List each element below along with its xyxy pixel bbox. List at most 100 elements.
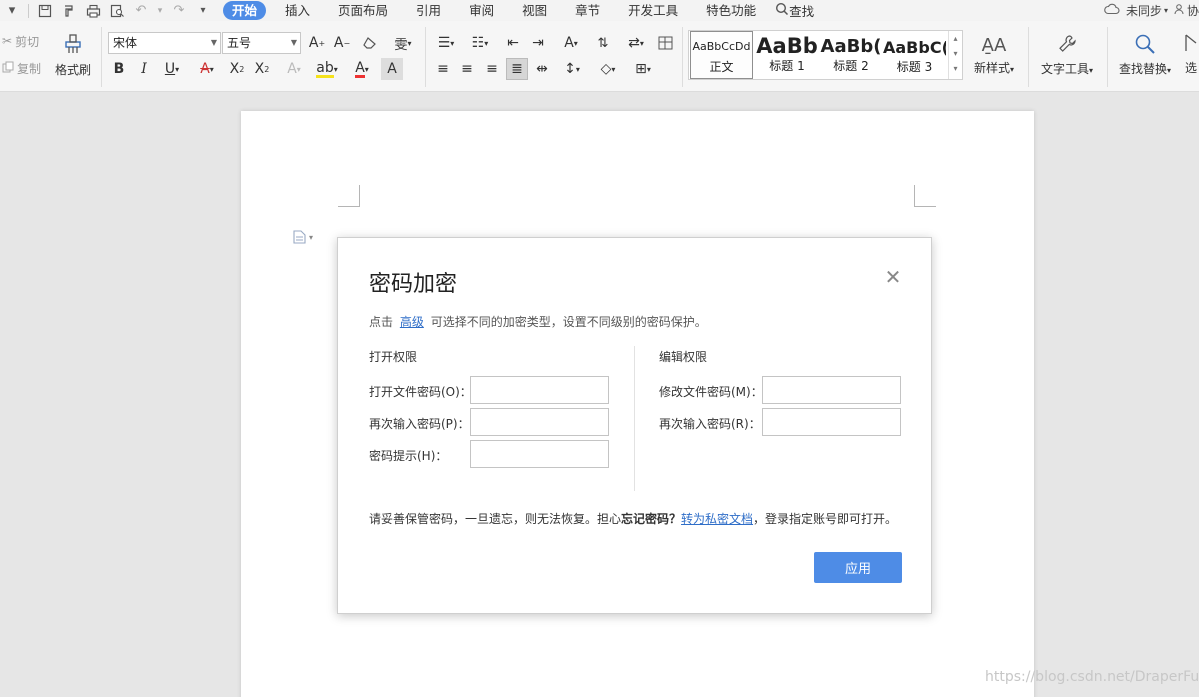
paragraph-shading-icon[interactable]: ◇ ▾	[594, 58, 622, 80]
show-marks-icon[interactable]: ⇄ ▾	[622, 32, 650, 54]
bold-icon[interactable]: B	[108, 58, 130, 80]
undo-dropdown-icon[interactable]: ▾	[156, 3, 164, 19]
select-icon	[1183, 33, 1199, 56]
char-shading-icon[interactable]: A	[381, 58, 403, 80]
open-password-label: 打开文件密码(O)：	[369, 385, 472, 399]
ribbon-separator	[682, 27, 683, 87]
tab-sections[interactable]: 章节	[566, 1, 609, 20]
phonetic-guide-icon[interactable]: 雯 ▾	[388, 32, 418, 54]
cut-label: 剪切	[15, 34, 40, 49]
magnifier-icon	[1134, 33, 1156, 58]
tab-view[interactable]: 视图	[513, 1, 556, 20]
align-center-icon[interactable]: ≡	[456, 58, 478, 80]
margin-corner-top-right	[914, 185, 936, 207]
sync-dropdown-icon[interactable]: ▾	[1164, 6, 1168, 15]
subscript-icon[interactable]: X2	[251, 58, 273, 80]
style-heading-1-label: 标题 1	[769, 59, 805, 73]
new-style-icon: A̱A	[981, 34, 1007, 56]
wrench-icon	[1057, 34, 1077, 57]
strikethrough-icon[interactable]: A ▾	[193, 58, 221, 80]
print-preview-icon[interactable]	[108, 3, 126, 19]
select-button[interactable]: 选	[1183, 30, 1199, 80]
ribbon-separator	[1107, 27, 1108, 87]
open-password-input[interactable]	[470, 376, 609, 404]
menu-separator	[28, 3, 29, 18]
find-replace-text: 查找替换▾	[1118, 62, 1172, 76]
edit-confirm-input[interactable]	[762, 408, 901, 436]
note-prefix: 请妥善保管密码，一旦遗忘，则无法恢复。担心	[369, 512, 622, 526]
numbered-list-icon[interactable]: ☷ ▾	[466, 32, 494, 54]
tab-references[interactable]: 引用	[407, 1, 450, 20]
justify-icon[interactable]: ≣	[506, 58, 528, 80]
sort-icon[interactable]: ⇅	[592, 32, 614, 54]
increase-indent-icon[interactable]: ⇥	[527, 32, 549, 54]
search-tab[interactable]: 查找	[775, 1, 814, 20]
cut-button[interactable]: ✂ 剪切	[2, 33, 39, 49]
font-name-select[interactable]: 宋体 ▼	[108, 32, 221, 54]
search-icon	[775, 2, 789, 19]
new-style-button[interactable]: A̱A 新样式▾	[968, 30, 1020, 80]
chevron-down-icon: ▼	[290, 38, 297, 47]
style-heading-1[interactable]: AaBb 标题 1	[755, 31, 819, 79]
table-icon[interactable]	[654, 32, 676, 54]
copy-button[interactable]: 复制	[2, 60, 41, 76]
superscript-icon[interactable]: X2	[226, 58, 248, 80]
underline-icon[interactable]: U ▾	[158, 58, 186, 80]
text-direction-icon[interactable]: A ▾	[556, 32, 586, 54]
close-icon[interactable]: ✕	[884, 267, 902, 287]
tab-page-layout[interactable]: 页面布局	[329, 1, 397, 20]
grow-font-icon[interactable]: A +	[306, 32, 328, 54]
shrink-font-icon[interactable]: A −	[331, 32, 353, 54]
distribute-icon[interactable]: ⇹	[531, 58, 553, 80]
collab-icon[interactable]	[1174, 3, 1186, 18]
clear-format-icon[interactable]	[359, 32, 381, 54]
font-color-icon[interactable]: A ▾	[348, 58, 376, 80]
menu-bar: ▾ ↶ ▾ ↷ ▾ 开始 插入 页面布局 引用 审阅 视图 章节 开发工具 特色…	[0, 0, 1199, 21]
line-spacing-icon[interactable]: ↕ ▾	[558, 58, 586, 80]
print-icon[interactable]	[84, 3, 102, 19]
advanced-link[interactable]: 高级	[400, 315, 424, 329]
italic-icon[interactable]: I	[133, 58, 155, 80]
text-effect-icon[interactable]: A ▾	[280, 58, 308, 80]
find-replace-button[interactable]: 查找替换▾	[1114, 30, 1176, 80]
align-right-icon[interactable]: ≡	[481, 58, 503, 80]
password-hint-input[interactable]	[470, 440, 609, 468]
note-bold: 忘记密码？	[621, 512, 682, 526]
tab-review[interactable]: 审阅	[460, 1, 503, 20]
format-painter-small-icon[interactable]	[60, 3, 78, 19]
bullet-list-icon[interactable]: ☰ ▾	[432, 32, 460, 54]
redo-icon[interactable]: ↷	[170, 3, 188, 19]
style-heading-2[interactable]: AaBb( 标题 2	[819, 31, 883, 79]
gallery-scroll[interactable]: ▴ ▾ ▾	[948, 31, 962, 79]
style-normal[interactable]: AaBbCcDd 正文	[690, 31, 753, 79]
tab-home[interactable]: 开始	[223, 1, 267, 20]
menu-arrow-icon[interactable]: ▾	[3, 3, 21, 19]
tab-developer[interactable]: 开发工具	[619, 1, 687, 20]
tab-insert[interactable]: 插入	[276, 1, 319, 20]
style-heading-3[interactable]: AaBbC( 标题 3	[883, 31, 946, 79]
tab-special-features[interactable]: 特色功能	[697, 1, 765, 20]
decrease-indent-icon[interactable]: ⇤	[502, 32, 524, 54]
sync-status[interactable]: 未同步	[1126, 2, 1162, 19]
text-tools-button[interactable]: 文字工具▾	[1036, 30, 1098, 80]
font-size-select[interactable]: 五号 ▼	[222, 32, 301, 54]
collab-label[interactable]: 协	[1187, 2, 1199, 19]
apply-button[interactable]: 应用	[814, 552, 902, 583]
margin-corner-top-left	[338, 185, 360, 207]
ribbon-tabs: 开始 插入 页面布局 引用 审阅 视图 章节 开发工具 特色功能 查找	[223, 1, 814, 20]
paragraph-layout-icon[interactable]: ▾	[293, 229, 319, 245]
cloud-sync-icon[interactable]	[1104, 3, 1120, 18]
align-left-icon[interactable]: ≡	[432, 58, 454, 80]
highlight-icon[interactable]: ab ▾	[313, 58, 341, 80]
private-doc-link[interactable]: 转为私密文档	[681, 512, 753, 526]
undo-icon[interactable]: ↶	[132, 3, 150, 19]
new-style-label: 新样式	[973, 60, 1010, 75]
style-normal-label: 正文	[709, 60, 734, 74]
open-confirm-input[interactable]	[470, 408, 609, 436]
borders-icon[interactable]: ⊞ ▾	[628, 58, 658, 80]
quick-access-dropdown-icon[interactable]: ▾	[194, 3, 212, 19]
paint-brush-icon	[62, 33, 84, 58]
save-icon[interactable]	[36, 3, 54, 19]
format-painter-button[interactable]: 格式刷	[53, 30, 93, 80]
edit-password-input[interactable]	[762, 376, 901, 404]
